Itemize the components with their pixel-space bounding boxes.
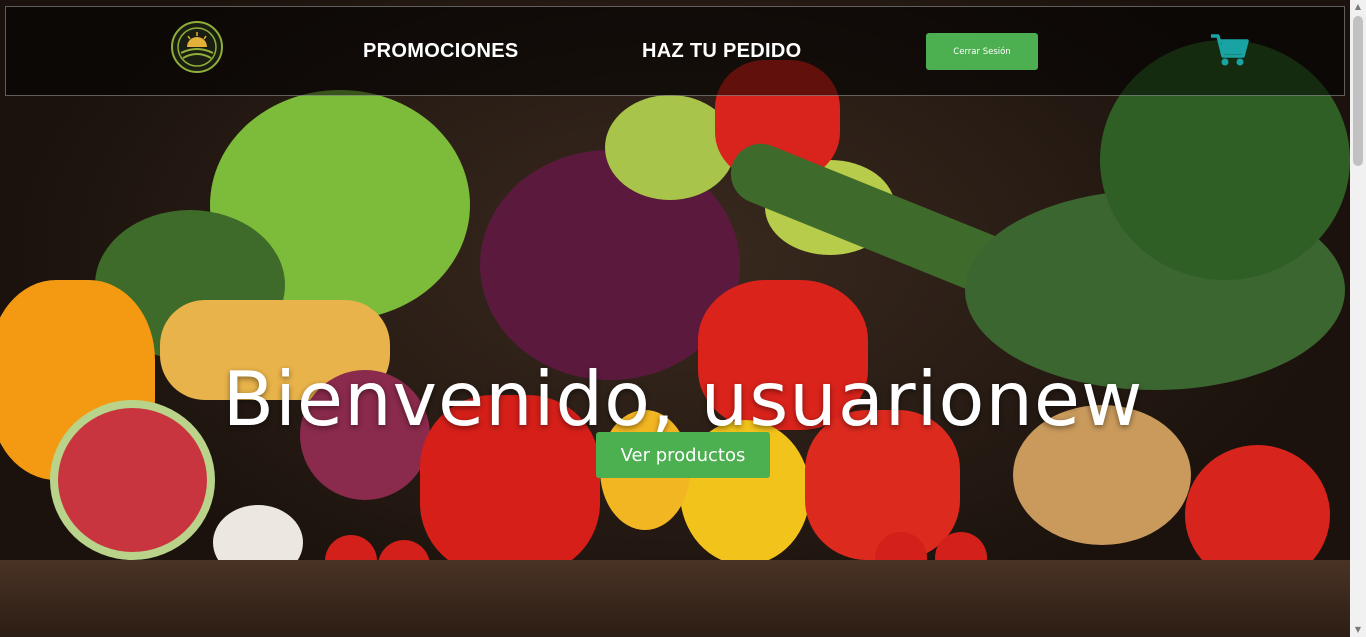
nav-link-promotions[interactable]: PROMOCIONES <box>363 40 519 63</box>
top-navbar: PROMOCIONES HAZ TU PEDIDO Cerrar Sesión <box>5 6 1345 96</box>
logout-button[interactable]: Cerrar Sesión <box>926 33 1038 70</box>
welcome-heading: Bienvenido, usuarionew <box>222 355 1144 444</box>
scrollbar-thumb[interactable] <box>1353 16 1363 166</box>
page-scrollbar[interactable]: ▲ ▼ <box>1350 0 1366 637</box>
arrow-up-icon[interactable]: ▲ <box>1350 0 1366 14</box>
shopping-cart-icon[interactable] <box>1209 32 1249 68</box>
view-products-button[interactable]: Ver productos <box>596 432 770 478</box>
nav-link-order[interactable]: HAZ TU PEDIDO <box>642 40 801 63</box>
sunrise-fields-logo-icon[interactable] <box>171 21 223 73</box>
arrow-down-icon[interactable]: ▼ <box>1350 623 1366 637</box>
wood-floor <box>0 560 1350 637</box>
